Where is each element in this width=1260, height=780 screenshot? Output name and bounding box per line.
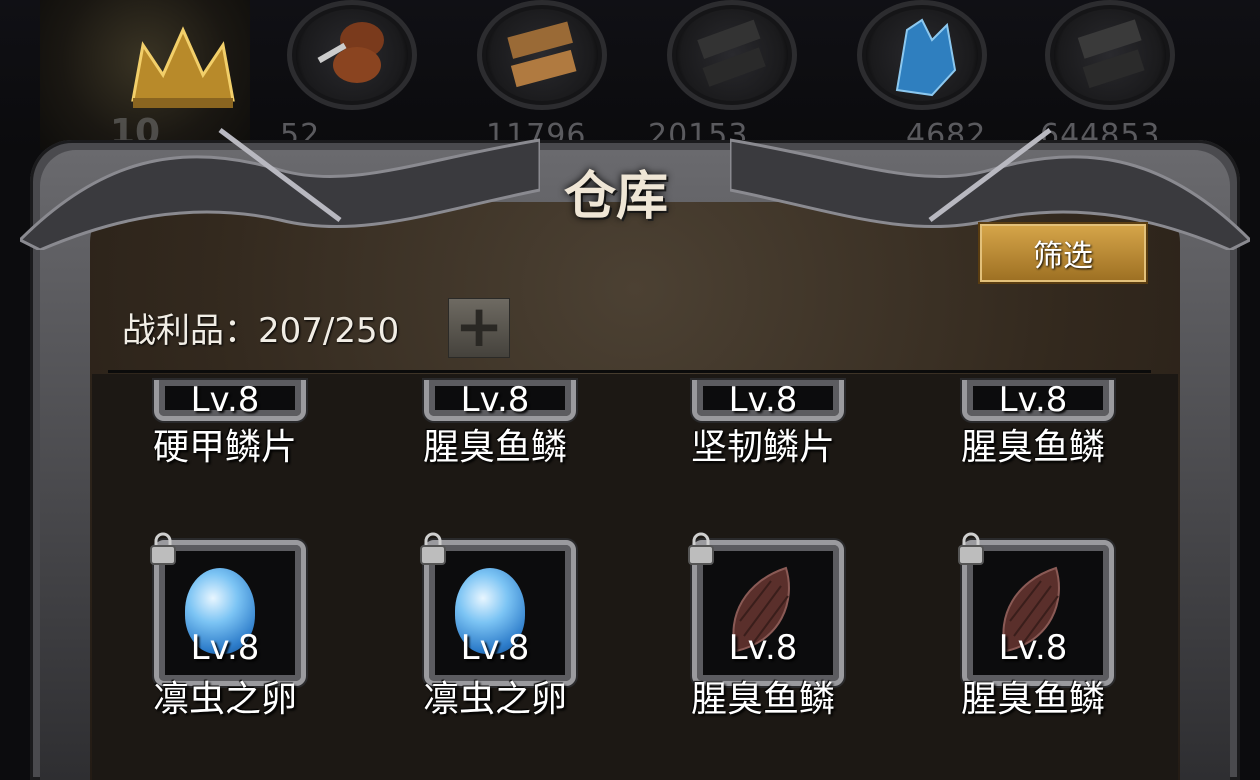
item-level: Lv.8 xyxy=(728,628,798,668)
wood-icon xyxy=(507,21,577,88)
item-name: 凛虫之卵 xyxy=(422,679,567,720)
item-level: Lv.8 xyxy=(190,628,260,668)
item-name: 腥臭鱼鳞 xyxy=(960,427,1105,468)
item-slot[interactable]: Lv.8 凛虫之卵 xyxy=(420,532,576,720)
meat-icon xyxy=(317,22,384,83)
item-level: Lv.8 xyxy=(998,628,1068,668)
item-name: 硬甲鳞片 xyxy=(152,427,297,468)
item-slot[interactable]: Lv.8 硬甲鳞片 xyxy=(150,380,306,550)
dragon-ornament-left xyxy=(20,128,540,250)
divider xyxy=(108,370,1151,373)
lock-icon xyxy=(958,532,984,565)
item-name: 腥臭鱼鳞 xyxy=(690,679,835,720)
item-name: 腥臭鱼鳞 xyxy=(422,427,567,468)
panel-title: 仓库 xyxy=(564,166,669,227)
item-slot[interactable]: Lv.8 腥臭鱼鳞 xyxy=(958,380,1114,550)
item-slot[interactable]: Lv.8 凛虫之卵 xyxy=(150,532,306,720)
item-slot[interactable]: Lv.8 腥臭鱼鳞 xyxy=(958,532,1114,720)
item-level: Lv.8 xyxy=(460,628,530,668)
stone-icon xyxy=(1077,19,1145,89)
blue-crystal-icon xyxy=(895,18,957,97)
crown-icon xyxy=(131,26,235,108)
item-name: 凛虫之卵 xyxy=(152,679,297,720)
add-capacity-button[interactable]: + xyxy=(448,297,510,358)
item-slot[interactable]: Lv.8 腥臭鱼鳞 xyxy=(420,380,576,550)
lock-icon xyxy=(688,532,714,565)
iron-ingot-icon xyxy=(697,19,766,87)
filter-button[interactable]: 筛选 xyxy=(978,222,1148,284)
item-level: Lv.8 xyxy=(460,380,530,420)
item-slot[interactable]: Lv.8 腥臭鱼鳞 xyxy=(688,532,844,720)
item-name: 腥臭鱼鳞 xyxy=(960,679,1105,720)
item-level: Lv.8 xyxy=(728,380,798,420)
item-level: Lv.8 xyxy=(190,380,260,420)
item-slot[interactable]: Lv.8 坚韧鳞片 xyxy=(688,380,844,550)
lock-icon xyxy=(150,532,176,565)
loot-count: 战利品：207/250 xyxy=(122,311,400,351)
item-name: 坚韧鳞片 xyxy=(690,427,835,468)
lock-icon xyxy=(420,532,446,565)
item-level: Lv.8 xyxy=(998,380,1068,420)
